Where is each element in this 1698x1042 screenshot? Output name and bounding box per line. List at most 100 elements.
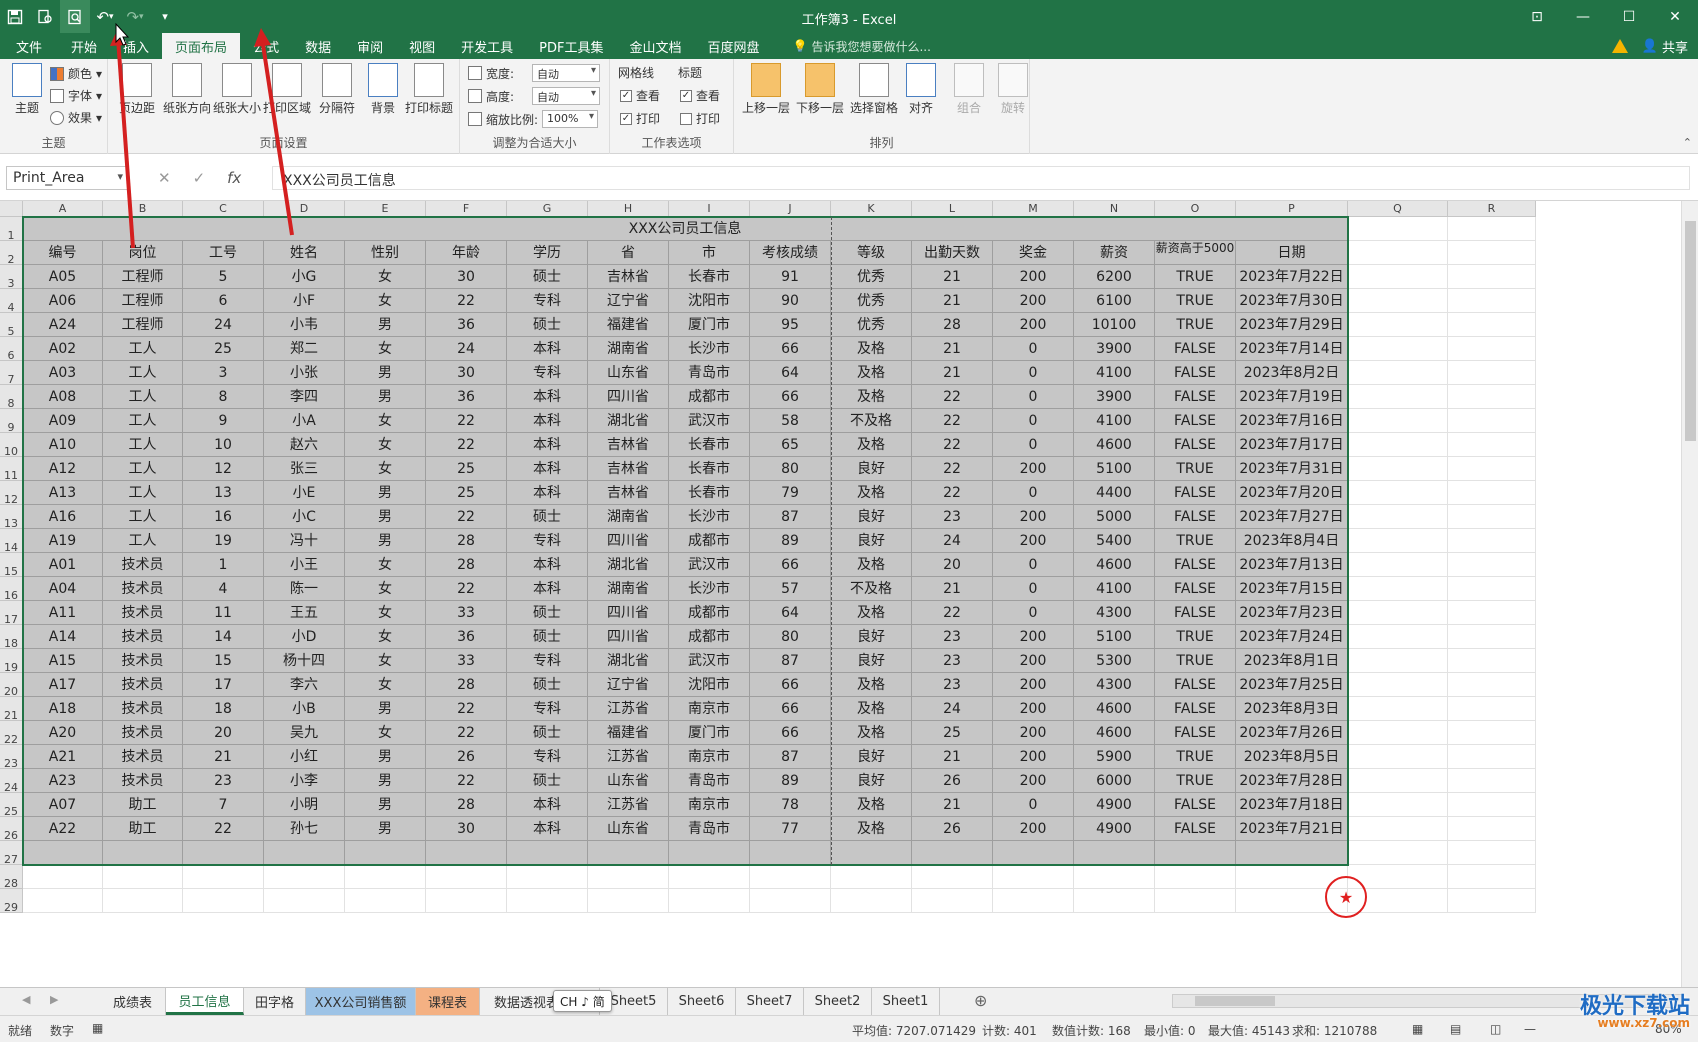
table-cell[interactable]: 0 — [993, 793, 1074, 817]
empty-cell[interactable] — [1448, 241, 1536, 265]
table-cell[interactable]: 硕士 — [507, 505, 588, 529]
table-cell[interactable]: 65 — [750, 433, 831, 457]
headings-print-checkbox[interactable]: 打印 — [680, 110, 720, 127]
table-cell[interactable]: 4300 — [1074, 601, 1155, 625]
breaks-button[interactable]: 分隔符 — [312, 63, 362, 116]
header-cell[interactable]: 姓名 — [264, 241, 345, 265]
table-cell[interactable]: 男 — [345, 505, 426, 529]
row-header[interactable]: 6 — [0, 337, 23, 362]
empty-cell[interactable] — [507, 889, 588, 913]
table-cell[interactable]: 小E — [264, 481, 345, 505]
table-cell[interactable]: 良好 — [831, 649, 912, 673]
table-cell[interactable]: 青岛市 — [669, 361, 750, 385]
empty-cell[interactable] — [1348, 553, 1448, 577]
table-cell[interactable]: 男 — [345, 697, 426, 721]
table-cell[interactable]: 2023年7月17日 — [1236, 433, 1348, 457]
table-cell[interactable]: 4400 — [1074, 481, 1155, 505]
table-cell[interactable]: 22 — [912, 385, 993, 409]
table-cell[interactable]: 2023年8月3日 — [1236, 697, 1348, 721]
table-cell[interactable]: 郑二 — [264, 337, 345, 361]
table-cell[interactable]: 福建省 — [588, 313, 669, 337]
table-cell[interactable]: 0 — [993, 577, 1074, 601]
sheet-nav-prev-icon[interactable]: ◀ — [22, 993, 30, 1006]
table-cell[interactable]: 2023年7月27日 — [1236, 505, 1348, 529]
empty-cell[interactable] — [345, 889, 426, 913]
empty-cell[interactable] — [426, 865, 507, 889]
table-cell[interactable]: 江苏省 — [588, 745, 669, 769]
empty-cell[interactable] — [1448, 505, 1536, 529]
empty-cell[interactable] — [1348, 817, 1448, 841]
table-cell[interactable]: FALSE — [1155, 673, 1236, 697]
table-cell[interactable]: 95 — [750, 313, 831, 337]
table-cell[interactable]: 16 — [183, 505, 264, 529]
table-cell[interactable]: 良好 — [831, 505, 912, 529]
table-cell[interactable]: 及格 — [831, 361, 912, 385]
empty-cell[interactable] — [1348, 601, 1448, 625]
table-cell[interactable]: 23 — [912, 625, 993, 649]
sheet-tab-sheet6[interactable]: Sheet6 — [668, 988, 736, 1015]
table-cell[interactable]: 吉林省 — [588, 265, 669, 289]
sheet-nav-next-icon[interactable]: ▶ — [50, 993, 58, 1006]
table-cell[interactable]: 200 — [993, 817, 1074, 841]
bring-forward-button[interactable]: 上移一层 — [738, 63, 794, 116]
table-cell[interactable]: 女 — [345, 673, 426, 697]
table-cell[interactable]: 本科 — [507, 337, 588, 361]
table-cell[interactable]: 28 — [426, 793, 507, 817]
row-header[interactable]: 26 — [0, 817, 23, 842]
empty-cell[interactable] — [1348, 289, 1448, 313]
table-cell[interactable]: 优秀 — [831, 289, 912, 313]
empty-cell[interactable] — [1448, 457, 1536, 481]
empty-cell[interactable] — [1348, 745, 1448, 769]
row-header[interactable]: 13 — [0, 505, 23, 530]
table-cell[interactable]: TRUE — [1155, 625, 1236, 649]
table-cell[interactable]: 女 — [345, 649, 426, 673]
table-cell[interactable]: 四川省 — [588, 625, 669, 649]
table-cell[interactable]: 女 — [345, 265, 426, 289]
empty-cell[interactable] — [588, 889, 669, 913]
table-cell[interactable]: 吉林省 — [588, 481, 669, 505]
table-cell[interactable]: 25 — [912, 721, 993, 745]
formula-input[interactable]: XXX公司员工信息 — [272, 166, 1690, 190]
empty-cell[interactable] — [183, 865, 264, 889]
empty-cell[interactable] — [669, 889, 750, 913]
table-cell[interactable]: 工人 — [103, 505, 183, 529]
empty-cell[interactable] — [1448, 601, 1536, 625]
table-cell[interactable]: 2023年7月29日 — [1236, 313, 1348, 337]
table-cell[interactable]: 4600 — [1074, 433, 1155, 457]
table-cell[interactable]: 男 — [345, 769, 426, 793]
warning-icon[interactable] — [1611, 39, 1628, 53]
table-cell[interactable]: 技术员 — [103, 769, 183, 793]
table-cell[interactable]: A13 — [23, 481, 103, 505]
table-cell[interactable]: 良好 — [831, 529, 912, 553]
table-cell[interactable]: 200 — [993, 625, 1074, 649]
table-cell[interactable]: 女 — [345, 409, 426, 433]
empty-cell[interactable] — [1348, 361, 1448, 385]
empty-cell[interactable] — [1348, 841, 1448, 865]
empty-cell[interactable] — [1348, 457, 1448, 481]
table-cell[interactable]: 本科 — [507, 409, 588, 433]
table-cell[interactable]: 200 — [993, 289, 1074, 313]
column-header[interactable]: K — [831, 201, 912, 217]
table-cell[interactable]: 技术员 — [103, 601, 183, 625]
table-cell[interactable]: TRUE — [1155, 745, 1236, 769]
empty-cell[interactable] — [1074, 865, 1155, 889]
empty-cell[interactable] — [1448, 433, 1536, 457]
table-cell[interactable]: 女 — [345, 601, 426, 625]
table-cell[interactable]: 不及格 — [831, 409, 912, 433]
table-cell[interactable]: 66 — [750, 673, 831, 697]
table-cell[interactable]: 优秀 — [831, 313, 912, 337]
empty-cell[interactable] — [1448, 409, 1536, 433]
table-cell[interactable]: 吉林省 — [588, 433, 669, 457]
table-cell[interactable]: 64 — [750, 361, 831, 385]
empty-cell[interactable] — [1448, 265, 1536, 289]
empty-cell[interactable] — [993, 841, 1074, 865]
row-header[interactable]: 12 — [0, 481, 23, 506]
table-cell[interactable]: 0 — [993, 433, 1074, 457]
table-cell[interactable]: 23 — [183, 769, 264, 793]
table-cell[interactable]: FALSE — [1155, 793, 1236, 817]
empty-cell[interactable] — [1348, 481, 1448, 505]
table-cell[interactable]: 长春市 — [669, 481, 750, 505]
table-cell[interactable]: 山东省 — [588, 769, 669, 793]
table-cell[interactable]: 0 — [993, 409, 1074, 433]
table-cell[interactable]: 90 — [750, 289, 831, 313]
